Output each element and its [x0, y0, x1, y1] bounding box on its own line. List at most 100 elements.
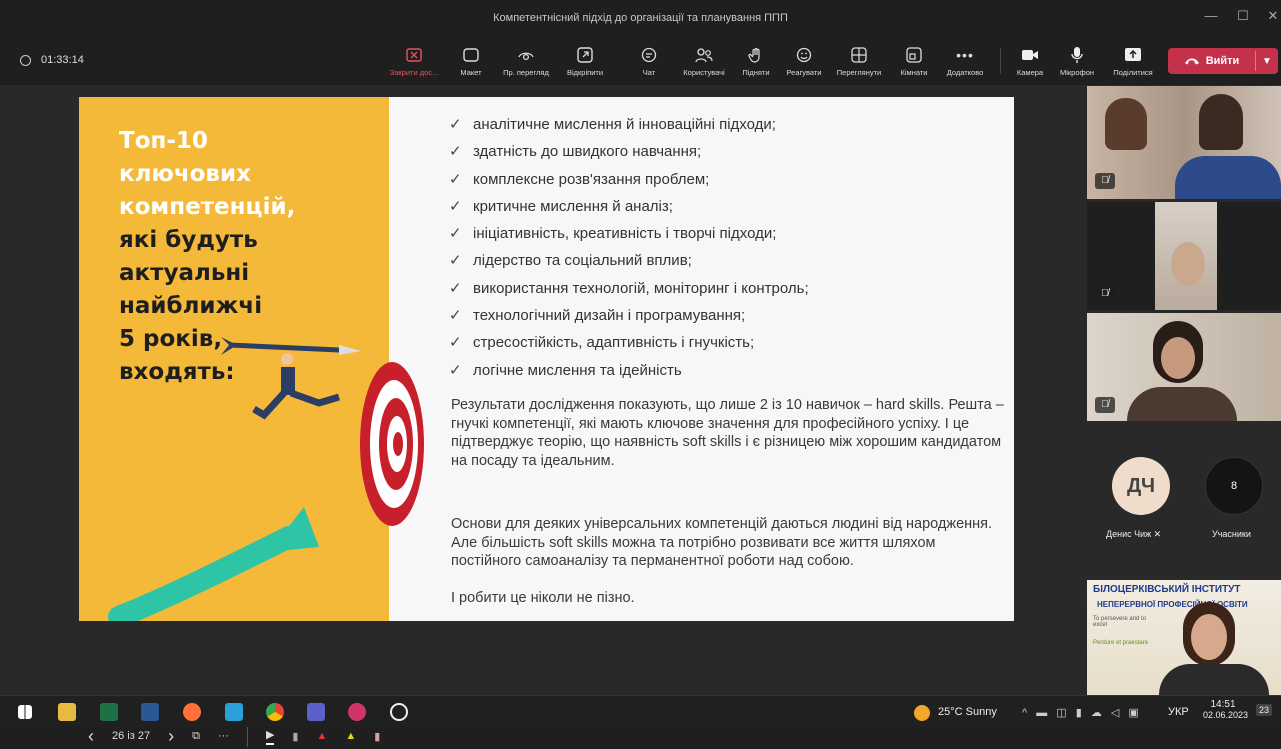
leave-main[interactable]: Вийти: [1168, 55, 1255, 67]
photos-icon[interactable]: [225, 703, 243, 721]
rooms-icon: [905, 46, 923, 64]
people-button[interactable]: Користувачі: [675, 42, 733, 82]
mic-off-icon: 🎙̸: [1095, 173, 1115, 189]
chat-icon: [640, 46, 658, 64]
leave-label: Вийти: [1205, 55, 1240, 67]
file-explorer-icon[interactable]: [58, 703, 76, 721]
stop-sharing-button[interactable]: Закрити дос...: [384, 42, 444, 82]
prev-slide-button[interactable]: ‹: [88, 726, 94, 747]
person-face: [1161, 337, 1195, 379]
video-tile-participants-1[interactable]: 🎙̸: [1087, 86, 1281, 199]
chrome-icon[interactable]: [266, 703, 284, 721]
teams-icon[interactable]: [307, 703, 325, 721]
meeting-stage: Топ-10 ключових компетенцій, які будуть …: [0, 86, 1281, 747]
excel-icon[interactable]: [100, 703, 118, 721]
camera-icon: [1021, 46, 1039, 64]
unpin-button[interactable]: Відкріпити: [560, 42, 610, 82]
camera-button[interactable]: Камера: [1010, 42, 1050, 82]
participants-label: Учасники: [1212, 529, 1251, 539]
close-window-button[interactable]: ✕: [1258, 8, 1281, 24]
mic-button[interactable]: Мікрофон: [1052, 42, 1102, 82]
windows-start-icon[interactable]: [18, 705, 32, 719]
notification-badge[interactable]: 23: [1256, 704, 1273, 716]
windows-taskbar: 25°C Sunny ^ ▬ ◫ ▮ ☁ ◁ ▣ УКР 14:51 02.06…: [0, 695, 1281, 727]
word-icon[interactable]: [141, 703, 159, 721]
avatar[interactable]: ДЧ: [1112, 457, 1170, 515]
check-icon: ✓: [449, 116, 462, 133]
unpin-label: Відкріпити: [566, 68, 604, 77]
minimize-button[interactable]: —: [1196, 8, 1226, 23]
list-item: ✓ аналітичне мислення й інноваційні підхо…: [449, 111, 1009, 138]
preview-label: Пр. перегляд: [503, 68, 549, 77]
list-item: ✓ ініціативність, креативність і творчі п…: [449, 220, 1009, 247]
highlighter-icon[interactable]: ▲: [345, 730, 356, 742]
leave-button[interactable]: Вийти ▼: [1168, 48, 1278, 74]
react-button[interactable]: Реагувати: [782, 42, 826, 82]
mic-label: Мікрофон: [1059, 68, 1095, 77]
check-icon: ✓: [449, 334, 462, 352]
video-tile-participant-3[interactable]: 🎙̸: [1087, 313, 1281, 421]
participant-count-badge[interactable]: 8: [1205, 457, 1263, 515]
pen-icon[interactable]: ▮: [292, 730, 298, 743]
sun-icon: [914, 705, 930, 721]
chat-button[interactable]: Чат: [635, 42, 663, 82]
view-label: Переглянути: [836, 68, 882, 77]
participant-name: Денис Чиж ✕: [1106, 529, 1162, 539]
window-titlebar: Компетентнісний підхід до організації та…: [0, 0, 1281, 36]
shield-icon: [20, 54, 31, 66]
grid-icon: [850, 46, 868, 64]
check-icon: ✓: [449, 252, 462, 270]
raise-hand-button[interactable]: Підняти: [738, 42, 774, 82]
stop-share-icon: [405, 46, 423, 64]
slide-paragraph: Результати дослідження показують, що лиш…: [451, 397, 1004, 469]
more-button[interactable]: ••• Додатково: [940, 42, 990, 82]
list-item: ✓ стресостійкість, адаптивність і гнучкіс…: [449, 329, 1009, 356]
avatar-initials: ДЧ: [1126, 474, 1156, 497]
video-tile-participant-2[interactable]: 🎙̸: [1087, 202, 1281, 310]
list-item: ✓ критичне мислення й аналіз;: [449, 193, 1009, 220]
hand-icon: [747, 46, 765, 64]
person-head: [1105, 98, 1147, 150]
chevron-down-icon[interactable]: ▼: [1256, 56, 1278, 67]
view-button[interactable]: Переглянути: [830, 42, 888, 82]
rooms-button[interactable]: Кімнати: [893, 42, 935, 82]
firefox-icon[interactable]: [183, 703, 201, 721]
hangup-icon: [1184, 58, 1199, 65]
presenter-video-tile[interactable]: БІЛОЦЕРКІВСЬКИЙ ІНСТИТУТ НЕПЕРЕРВНОЇ ПРО…: [1087, 580, 1281, 695]
microphone-icon: [1068, 46, 1086, 64]
banner-motto: Perdure et praestare: [1093, 640, 1149, 646]
list-item: ✓ здатність до швидкого навчання;: [449, 138, 1009, 165]
red-pen-icon[interactable]: ▲: [316, 730, 327, 742]
language-indicator[interactable]: УКР: [1168, 706, 1189, 718]
pointer-icon[interactable]: ▶: [265, 728, 275, 745]
clock-time: 14:51: [1210, 699, 1236, 710]
check-icon: ✓: [449, 361, 462, 379]
check-icon: ✓: [449, 307, 462, 325]
slide-yellow-panel: Топ-10 ключових компетенцій, які будуть …: [79, 97, 389, 621]
app-icon[interactable]: [348, 703, 366, 721]
maximize-button[interactable]: ☐: [1228, 8, 1258, 24]
layout-button[interactable]: Макет: [450, 42, 492, 82]
slide-grid-icon[interactable]: ⧉: [192, 730, 200, 743]
next-slide-button[interactable]: ›: [168, 726, 174, 747]
list-item: ✓ технологічний дизайн і програмування;: [449, 302, 1009, 329]
weather-text[interactable]: 25°C Sunny: [938, 706, 997, 718]
slide-paragraph: І робити це ніколи не пізно.: [451, 590, 635, 606]
eraser-icon[interactable]: ▮: [374, 730, 380, 743]
mic-off-icon: 🎙̸: [1095, 397, 1115, 413]
clock[interactable]: 14:51 02.06.2023: [1203, 699, 1248, 720]
tray-icons[interactable]: ^ ▬ ◫ ▮ ☁ ◁ ▣: [1022, 706, 1142, 719]
person-head: [1199, 94, 1243, 150]
share-button[interactable]: Поділитися: [1106, 42, 1160, 82]
banner-motto: To persevere and to excel: [1093, 616, 1147, 628]
preview-button[interactable]: Пр. перегляд: [497, 42, 555, 82]
bullseye-icon: [360, 362, 424, 526]
toolbar-divider: [1000, 48, 1001, 74]
raise-hand-label: Підняти: [742, 68, 770, 77]
camera-label: Камера: [1016, 68, 1044, 77]
media-player-icon[interactable]: [390, 703, 408, 721]
layout-label: Макет: [460, 68, 482, 77]
people-icon: [695, 46, 713, 64]
control-divider: [246, 725, 248, 747]
more-options-button[interactable]: ···: [218, 730, 229, 742]
